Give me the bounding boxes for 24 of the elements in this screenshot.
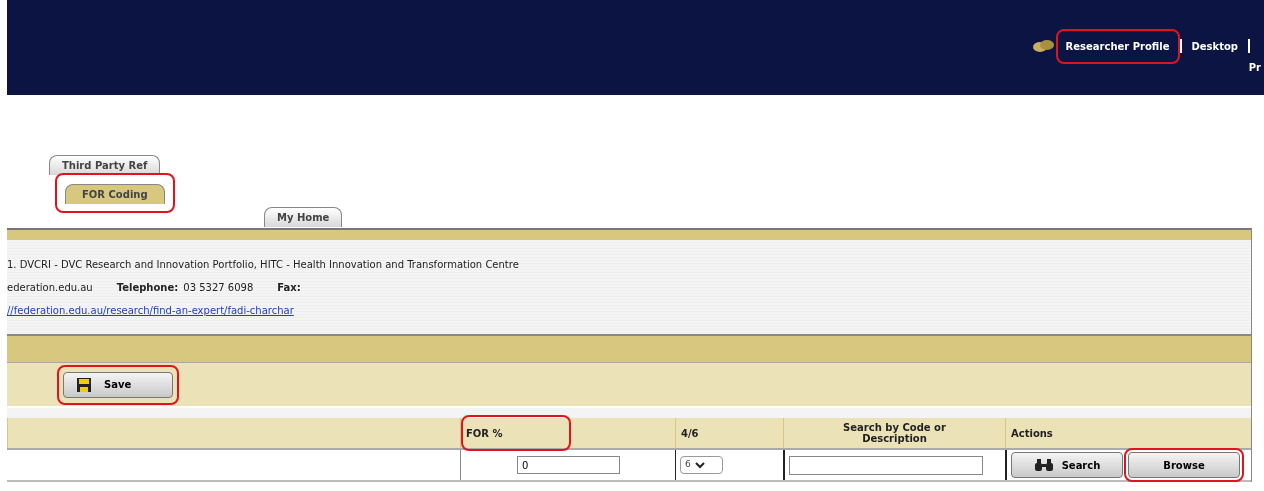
column-header: Actions [1005, 418, 1250, 448]
department-text: 1. DVCRI - DVC Research and Innovation Portfolio, HITC - Health Innovation and Transformation Centre [7, 258, 520, 272]
column-header: Search by Code or Description [783, 418, 1005, 448]
tab[interactable]: FOR Coding [65, 184, 165, 204]
code-search-field[interactable] [789, 455, 983, 475]
header-text: Pr [1248, 61, 1261, 75]
email-text: ederation.edu.au [7, 281, 93, 295]
percent-field[interactable]: 0 [517, 456, 620, 474]
column-header: 4/6 [675, 418, 783, 448]
telephone-text: 03 5327 6098 [183, 281, 254, 295]
header-link[interactable]: Researcher Profile [1061, 40, 1174, 52]
tab[interactable]: Third Party Ref [49, 155, 161, 175]
profile-link[interactable]: //federation.edu.au/research/find-an-expert/fadi-charchar [7, 303, 1251, 318]
save-button[interactable]: Save [63, 371, 173, 398]
digits-dropdown[interactable]: 6 [680, 456, 723, 474]
search-button[interactable]: Search [1011, 452, 1123, 478]
tab[interactable]: My Home [264, 207, 343, 227]
browse-button[interactable]: Browse [1128, 452, 1240, 479]
telephone-label: Telephone: [116, 281, 179, 295]
chevron-down-icon [694, 461, 705, 469]
header-link[interactable]: Desktop [1187, 40, 1242, 52]
fax-label: Fax: [277, 281, 301, 295]
coins-icon [1031, 38, 1056, 54]
binoculars-icon [1033, 458, 1054, 472]
